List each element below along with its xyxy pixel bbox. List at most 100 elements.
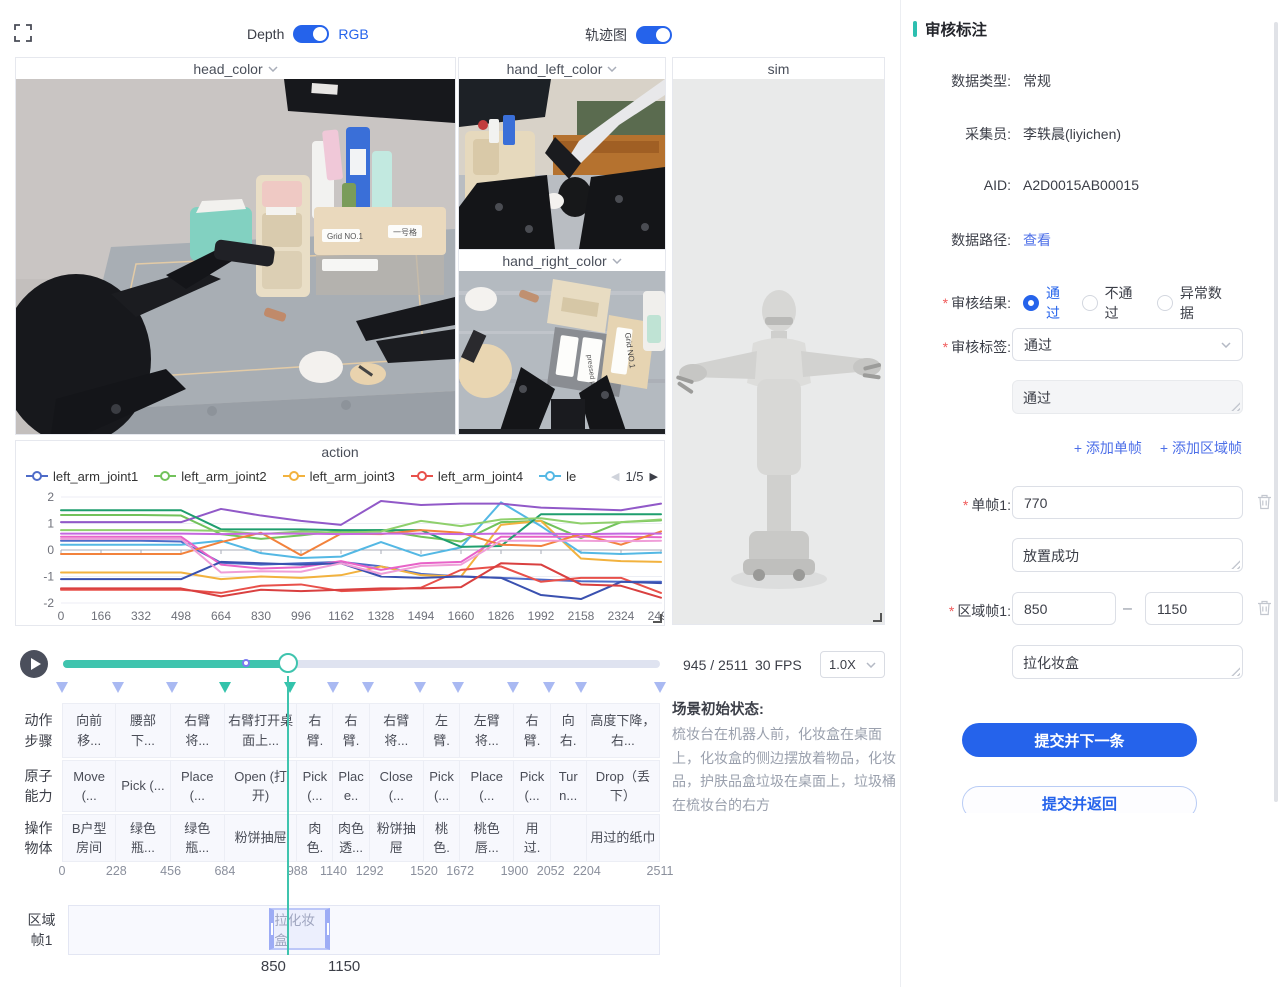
delete-single-frame-icon[interactable] <box>1257 494 1272 510</box>
table-cell[interactable]: 右臂. <box>514 703 550 758</box>
axis-tick-label: 1520 <box>410 864 438 878</box>
scrollbar-thumb[interactable] <box>1274 22 1278 802</box>
table-cell[interactable]: 向前移... <box>62 703 116 758</box>
table-cell[interactable]: Close (... <box>370 760 424 812</box>
radio-abnormal[interactable] <box>1157 295 1173 311</box>
timeline-marker[interactable] <box>452 682 464 693</box>
region-end-input[interactable]: 1150 <box>1145 592 1243 625</box>
photo-label-grid1: Grid NO.1 <box>327 232 364 241</box>
table-cell[interactable]: 肉色透... <box>333 814 369 862</box>
head-color-title-bar[interactable]: head_color <box>16 58 455 79</box>
table-cell[interactable]: 右臂将... <box>171 703 225 758</box>
hand-left-color-title-bar[interactable]: hand_left_color <box>459 58 665 79</box>
timeline-progress-bar[interactable] <box>63 660 660 668</box>
resize-handle-icon[interactable] <box>873 613 882 622</box>
legend-prev-icon[interactable]: ◀ <box>611 470 619 483</box>
table-cell[interactable]: Pick (... <box>514 760 550 812</box>
table-cell[interactable]: Pick (... <box>116 760 170 812</box>
timeline-handle[interactable] <box>278 653 298 673</box>
legend-item-le[interactable]: le <box>539 469 576 484</box>
timeline-marker[interactable] <box>112 682 124 693</box>
table-cell[interactable]: Move (... <box>62 760 116 812</box>
add-single-frame-link[interactable]: + 添加单帧 <box>1074 438 1142 458</box>
legend-item-left_arm_joint1[interactable]: left_arm_joint1 <box>26 469 138 484</box>
single-frame-note[interactable]: 放置成功 <box>1012 538 1243 572</box>
svg-text:1328: 1328 <box>368 609 395 623</box>
review-tag-note[interactable]: 通过 <box>1012 380 1243 414</box>
legend-item-left_arm_joint2[interactable]: left_arm_joint2 <box>154 469 266 484</box>
timeline-marker[interactable] <box>166 682 178 693</box>
single-frame-input[interactable]: 770 <box>1012 486 1243 519</box>
table-cell[interactable]: Drop（丢下） <box>587 760 660 812</box>
timeline-marker[interactable] <box>414 682 426 693</box>
timeline-marker[interactable] <box>56 682 68 693</box>
table-cell[interactable]: 高度下降，右... <box>587 703 660 758</box>
timeline-marker[interactable] <box>327 682 339 693</box>
table-cell[interactable]: 肉色. <box>297 814 333 862</box>
region-start-input[interactable]: 850 <box>1012 592 1116 625</box>
table-cell[interactable]: B户型房间 <box>62 814 116 862</box>
table-cell[interactable]: 腰部下... <box>116 703 170 758</box>
timeline-marker[interactable] <box>362 682 374 693</box>
region-block[interactable]: 拉化妆盒 <box>269 908 330 950</box>
table-cell[interactable]: 桃色. <box>424 814 460 862</box>
table-cell[interactable]: 左臂将... <box>460 703 514 758</box>
radio-fail-label[interactable]: 不通过 <box>1105 283 1143 323</box>
timeline-marker[interactable] <box>507 682 519 693</box>
delete-region-frame-icon[interactable] <box>1257 600 1272 616</box>
table-cell[interactable]: Pick (... <box>424 760 460 812</box>
timeline-marker[interactable] <box>654 682 666 693</box>
required-asterisk: * <box>949 603 954 619</box>
table-cell[interactable]: Place (... <box>171 760 225 812</box>
timeline-marker[interactable] <box>219 682 231 693</box>
timeline-marker[interactable] <box>543 682 555 693</box>
table-cell[interactable]: 粉饼抽屉 <box>370 814 424 862</box>
region-frame-note[interactable]: 拉化妆盒 <box>1012 645 1243 679</box>
data-path-view-link[interactable]: 查看 <box>1023 230 1051 250</box>
table-cell[interactable]: 绿色瓶... <box>171 814 225 862</box>
single-frame-dot[interactable] <box>242 659 250 667</box>
timeline-marker[interactable] <box>284 682 296 693</box>
table-cell[interactable]: 桃色唇... <box>460 814 514 862</box>
legend-item-left_arm_joint3[interactable]: left_arm_joint3 <box>283 469 395 484</box>
play-button[interactable] <box>20 650 48 678</box>
radio-pass-label[interactable]: 通过 <box>1046 283 1072 323</box>
axis-tick-label: 1140 <box>320 864 347 878</box>
review-tag-select[interactable]: 通过 <box>1012 328 1243 361</box>
speed-select[interactable]: 1.0X <box>820 651 885 678</box>
scene-title: 场景初始状态: <box>672 698 896 719</box>
table-cell[interactable]: 右臂. <box>297 703 333 758</box>
table-cell[interactable]: Turn... <box>551 760 587 812</box>
table-cell[interactable]: Place (... <box>460 760 514 812</box>
table-cell[interactable]: 用过的纸巾 <box>587 814 660 862</box>
table-cell[interactable]: 右臂. <box>333 703 369 758</box>
trajectory-switch[interactable] <box>636 26 672 44</box>
hand-right-color-title-bar[interactable]: hand_right_color <box>459 250 665 271</box>
add-region-frame-link[interactable]: + 添加区域帧 <box>1160 438 1242 458</box>
submit-return-button[interactable]: 提交并返回 <box>962 786 1197 813</box>
fullscreen-icon[interactable] <box>14 24 32 42</box>
table-cell[interactable]: 向右. <box>551 703 587 758</box>
depth-rgb-switch[interactable] <box>293 25 329 43</box>
table-cell[interactable]: Pick (... <box>297 760 333 812</box>
table-cell[interactable] <box>551 814 587 862</box>
review-result-row: *审核结果: 通过 不通过 异常数据 <box>913 283 1245 323</box>
table-cell[interactable]: 绿色瓶... <box>116 814 170 862</box>
region-track[interactable]: 拉化妆盒 <box>68 905 660 955</box>
table-cell[interactable]: Place.. <box>333 760 369 812</box>
radio-fail[interactable] <box>1082 295 1098 311</box>
table-cell[interactable]: 用过. <box>514 814 550 862</box>
timeline-marker[interactable] <box>575 682 587 693</box>
submit-next-button[interactable]: 提交并下一条 <box>962 723 1197 757</box>
legend-next-icon[interactable]: ▶ <box>650 470 658 483</box>
radio-abnormal-label[interactable]: 异常数据 <box>1180 283 1231 323</box>
resize-handle-icon[interactable] <box>653 614 662 623</box>
axis-tick-label: 0 <box>59 864 66 878</box>
legend-item-left_arm_joint4[interactable]: left_arm_joint4 <box>411 469 523 484</box>
radio-pass[interactable] <box>1023 295 1039 311</box>
table-cell[interactable]: 右臂将... <box>370 703 424 758</box>
table-cell[interactable]: 左臂. <box>424 703 460 758</box>
objects-row-label: 操作 物体 <box>15 814 62 862</box>
svg-text:0: 0 <box>58 609 65 623</box>
required-asterisk: * <box>943 295 948 311</box>
